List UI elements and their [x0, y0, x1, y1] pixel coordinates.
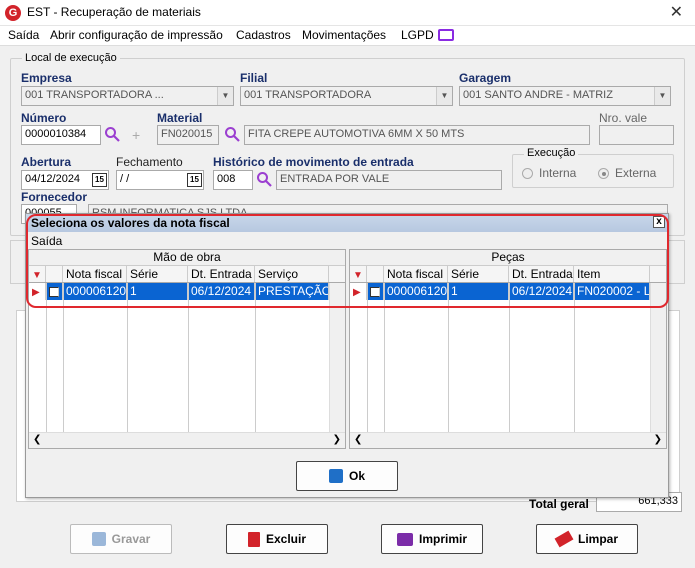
- save-icon: [91, 532, 106, 546]
- execucao-label: Execução: [524, 147, 579, 159]
- calendar-icon[interactable]: 15: [187, 173, 202, 187]
- save-icon: [328, 469, 343, 483]
- chevron-down-icon[interactable]: ▼: [654, 87, 670, 105]
- monitor-icon[interactable]: [438, 29, 454, 41]
- search-icon[interactable]: [256, 171, 272, 187]
- calendar-icon[interactable]: 15: [92, 173, 107, 187]
- excluir-button[interactable]: Excluir: [226, 524, 328, 554]
- menu-cadastros[interactable]: Cadastros: [236, 28, 291, 42]
- search-icon[interactable]: [104, 126, 120, 142]
- fornecedor-label: Fornecedor: [21, 190, 88, 204]
- empresa-select[interactable]: 001 TRANSPORTADORA ... ▼: [21, 86, 234, 106]
- group-title: Local de execução: [22, 52, 120, 64]
- garagem-select[interactable]: 001 SANTO ANDRE - MATRIZ ▼: [459, 86, 671, 106]
- chevron-down-icon[interactable]: ▼: [217, 87, 233, 105]
- printer-icon: [396, 532, 413, 546]
- menu-lgpd[interactable]: LGPD: [401, 28, 434, 42]
- empresa-label: Empresa: [21, 71, 72, 85]
- fechamento-date-input[interactable]: / /15: [116, 170, 204, 190]
- eraser-icon: [554, 530, 574, 548]
- menu-saida[interactable]: Saída: [8, 28, 39, 42]
- scroll-left-icon[interactable]: ❮: [354, 434, 362, 445]
- horizontal-scrollbar[interactable]: ❮ ❯: [29, 432, 345, 448]
- historico-label: Histórico de movimento de entrada: [213, 155, 414, 169]
- garagem-label: Garagem: [459, 71, 512, 85]
- radio-interna[interactable]: [522, 168, 533, 179]
- scroll-right-icon[interactable]: ❯: [654, 434, 662, 445]
- scroll-left-icon[interactable]: ❮: [33, 434, 41, 445]
- menu-abrir-configuracao[interactable]: Abrir configuração de impressão: [50, 28, 223, 42]
- material-code-input[interactable]: FN020015: [157, 125, 219, 145]
- highlight-annotation: [26, 214, 669, 308]
- filial-label: Filial: [240, 71, 268, 85]
- close-window-button[interactable]: ✕: [670, 2, 683, 22]
- nro-vale-input[interactable]: [599, 125, 674, 145]
- numero-label: Número: [21, 111, 67, 125]
- historico-desc-field: ENTRADA POR VALE: [276, 170, 502, 190]
- material-label: Material: [157, 111, 203, 125]
- window-title: EST - Recuperação de materiais: [27, 5, 201, 19]
- app-logo-icon: G: [5, 5, 21, 21]
- historico-code-input[interactable]: 008: [213, 170, 253, 190]
- horizontal-scrollbar[interactable]: ❮ ❯: [350, 432, 666, 448]
- total-label: Total geral: [529, 497, 589, 511]
- numero-input[interactable]: 0000010384: [21, 125, 101, 145]
- trash-icon: [247, 531, 260, 547]
- abertura-date-input[interactable]: 04/12/2024 15: [21, 170, 109, 190]
- externa-label: Externa: [615, 166, 657, 180]
- fechamento-label: Fechamento: [116, 155, 183, 169]
- filial-select[interactable]: 001 TRANSPORTADORA ▼: [240, 86, 453, 106]
- title-bar: G EST - Recuperação de materiais ✕: [0, 0, 695, 26]
- gravar-button[interactable]: Gravar: [70, 524, 172, 554]
- imprimir-button[interactable]: Imprimir: [381, 524, 483, 554]
- nro-vale-label: Nro. vale: [599, 111, 648, 125]
- scroll-right-icon[interactable]: ❯: [333, 434, 341, 445]
- menu-bar: Saída Abrir configuração de impressão Ca…: [0, 26, 695, 46]
- search-icon[interactable]: [224, 126, 240, 142]
- radio-externa[interactable]: [598, 168, 609, 179]
- limpar-button[interactable]: Limpar: [536, 524, 638, 554]
- add-icon[interactable]: +: [132, 127, 140, 143]
- ok-button[interactable]: Ok: [296, 461, 398, 491]
- abertura-label: Abertura: [21, 155, 72, 169]
- interna-label: Interna: [539, 166, 577, 180]
- material-desc-field: FITA CREPE AUTOMOTIVA 6MM X 50 MTS: [244, 125, 590, 145]
- chevron-down-icon[interactable]: ▼: [436, 87, 452, 105]
- menu-movimentacoes[interactable]: Movimentações: [302, 28, 386, 42]
